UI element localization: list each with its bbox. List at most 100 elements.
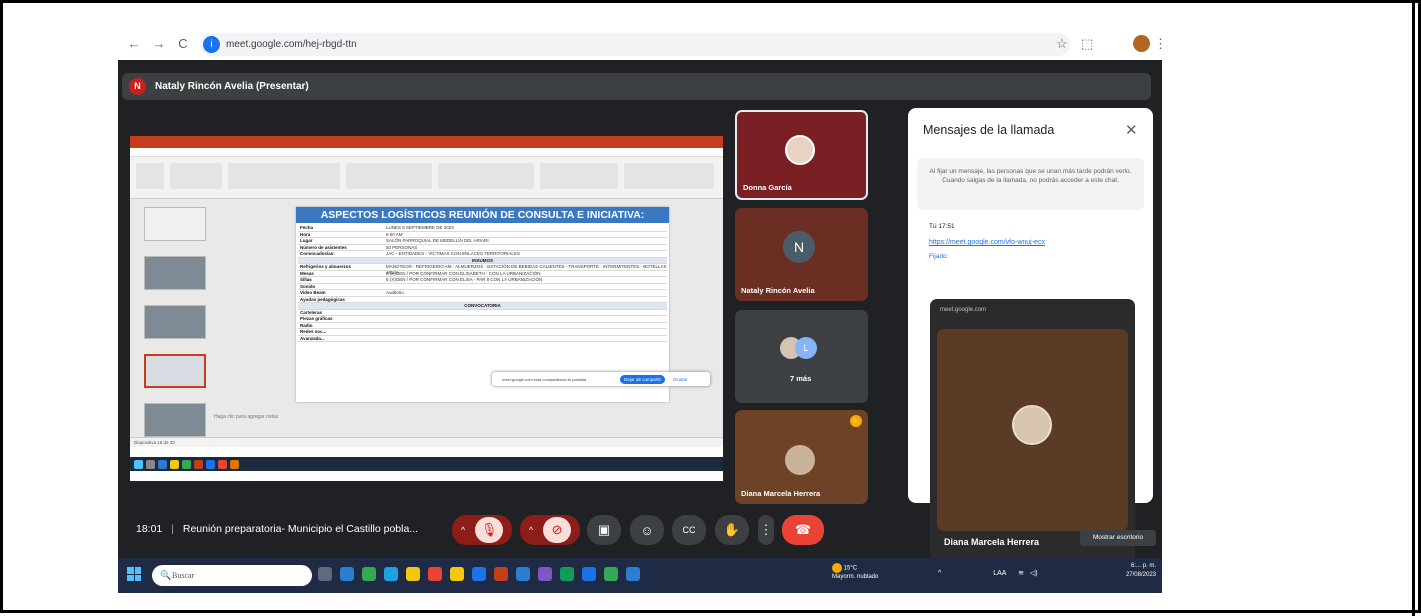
task-view-icon[interactable] (318, 567, 332, 581)
taskbar-app-icon[interactable] (450, 567, 464, 581)
ribbon-group (346, 163, 432, 189)
slide-thumbnail[interactable] (144, 207, 206, 241)
slide-table-value: 6 (X)GEN / POR CONFIRMAR CON ELISA - PAR… (386, 277, 543, 282)
notes-hint[interactable]: Haga clic para agregar notas (214, 414, 278, 420)
bookmark-star-icon[interactable]: ☆ (1056, 36, 1068, 52)
screen-share-notice: meet.google.com está compartiendo tu pan… (492, 372, 710, 386)
shared-taskbar-icon (158, 459, 167, 469)
close-icon[interactable]: ✕ (1125, 121, 1138, 139)
taskbar-app-icon[interactable] (604, 567, 618, 581)
captions-icon[interactable]: CC (672, 515, 706, 545)
shared-taskbar-icon (170, 459, 179, 469)
pip-header: meet.google.com (940, 307, 987, 313)
browser-menu-icon[interactable]: ⋮ (1154, 36, 1162, 52)
wifi-icon[interactable]: ≋ (1018, 570, 1024, 577)
start-icon[interactable] (127, 567, 141, 581)
slide-table-key: Radio (300, 322, 313, 328)
taskbar-clock[interactable]: 6:... p. m. 27/08/2023 (1098, 562, 1156, 580)
taskbar-app-icon[interactable] (582, 567, 596, 581)
shared-taskbar (130, 457, 723, 471)
shared-taskbar-icon (182, 459, 191, 469)
chrome-icon[interactable] (428, 567, 442, 581)
slide-table-key: Mesas (300, 270, 314, 276)
message-meta: Tú 17:51 (929, 223, 955, 230)
participant-name: Nataly Rincón Avelia (741, 286, 815, 295)
chevron-up-icon[interactable]: ^ (938, 570, 941, 577)
taskbar-app-icon[interactable] (560, 567, 574, 581)
camera-off-icon[interactable]: ⊘ (543, 517, 572, 543)
weather-widget[interactable]: 15°C Mayorm. nublado (832, 563, 878, 581)
participant-tile[interactable]: Donna García (735, 110, 868, 200)
taskbar-app-icon[interactable] (626, 567, 640, 581)
more-options-icon[interactable]: ⋮ (758, 515, 774, 545)
participant-tile[interactable]: ✋ Diana Marcela Herrera (735, 410, 868, 504)
stop-sharing-button[interactable]: Dejar de compartir (620, 374, 666, 384)
leave-call-icon[interactable]: ☎ (782, 515, 824, 545)
powerpoint-ribbon (130, 157, 723, 199)
slide-table-key: Fecha (300, 225, 314, 230)
volume-icon[interactable]: ◁) (1030, 570, 1038, 577)
taskbar-app-icon[interactable] (538, 567, 552, 581)
slide-table-value (386, 316, 667, 322)
slide-thumbnail[interactable] (144, 256, 206, 290)
site-info-icon[interactable]: i (203, 36, 220, 53)
participant-avatar (785, 445, 815, 475)
taskbar-app-icon[interactable] (362, 567, 376, 581)
participant-name: Donna García (743, 183, 792, 192)
slide-table-value: 9:00 AM (386, 231, 403, 237)
message-link[interactable]: https://meet.google.com/vfo-wnuj-ecx (929, 239, 1045, 246)
search-icon: 🔍 (160, 570, 172, 580)
chevron-up-icon[interactable]: ^ (461, 525, 465, 535)
powerpoint-statusbar: Diapositiva 18 de 33 (130, 437, 723, 447)
raise-hand-icon[interactable]: ✋ (715, 515, 749, 545)
slide-table-key: Sillas (300, 277, 312, 282)
slide-table-value: LUNES 8 SEPTIEMBRE DE 2023 (386, 225, 454, 230)
slide-table-key: Video Beam (300, 290, 326, 295)
slide-thumbnail-selected[interactable] (144, 354, 206, 388)
participant-avatar: L (795, 337, 817, 359)
slide-table-value (386, 284, 667, 290)
microphone-toggle[interactable]: ^ 🎙 (452, 515, 512, 545)
slide-thumbnail[interactable] (144, 403, 206, 437)
slide-table-key: Número de asistentes (300, 244, 347, 250)
slide-table-key: Lugar (300, 238, 313, 243)
participant-tile[interactable]: N Nataly Rincón Avelia (735, 208, 868, 301)
present-screen-icon[interactable]: ▣ (587, 515, 621, 545)
taskbar-app-icon[interactable] (340, 567, 354, 581)
back-icon[interactable]: ← (126, 36, 142, 52)
emoji-icon[interactable]: ☺ (630, 515, 664, 545)
forward-icon[interactable]: → (151, 36, 167, 52)
mic-off-icon[interactable]: 🎙 (475, 517, 504, 543)
slide-table-key: Ayudas pedagógicas (300, 296, 345, 302)
meeting-info: 18:01 | Reunión preparatoria- Municipio … (136, 523, 419, 535)
shared-taskbar-icon (134, 459, 143, 469)
more-participants-tile[interactable]: L 7 más (735, 310, 868, 403)
system-tray[interactable]: ^ LAA ≋ ◁) (938, 569, 1038, 577)
hide-notice-button[interactable]: Ocultar (673, 377, 688, 382)
slide-table-key: Hora (300, 231, 311, 237)
profile-avatar[interactable] (1133, 35, 1150, 52)
reload-icon[interactable]: C (175, 36, 191, 52)
slide-table-value: MANOTEOS · REFRIGERIO AM · ALMUERZOS · E… (386, 264, 667, 275)
slide-table-key: Convocados/as: (300, 251, 335, 256)
language-indicator[interactable]: LAA (993, 570, 1006, 577)
picture-in-picture: meet.google.com Diana Marcela Herrera 🎙 … (930, 299, 1135, 592)
taskbar-app-icon[interactable] (516, 567, 530, 581)
pinned-label[interactable]: Fijado (929, 253, 947, 260)
extensions-icon[interactable]: ⬚ (1081, 36, 1093, 52)
slide-table-value (386, 297, 667, 303)
slide-thumbnail[interactable] (144, 305, 206, 339)
file-explorer-icon[interactable] (406, 567, 420, 581)
taskbar-search[interactable]: Buscar (152, 565, 312, 586)
camera-toggle[interactable]: ^ ⊘ (520, 515, 580, 545)
taskbar-app-icon[interactable] (472, 567, 486, 581)
presenter-label: Nataly Rincón Avelia (Presentar) (155, 81, 309, 92)
chevron-up-icon[interactable]: ^ (529, 525, 533, 535)
powerpoint-menu (130, 148, 723, 157)
taskbar-app-icon[interactable] (384, 567, 398, 581)
slide-table-key: Avanzada... (300, 335, 325, 341)
slide-table-key: Sonido (300, 283, 316, 289)
powerpoint-icon[interactable] (494, 567, 508, 581)
address-bar[interactable]: i meet.google.com/hej-rbgd-ttn (200, 33, 1070, 56)
weather-icon (832, 563, 842, 573)
